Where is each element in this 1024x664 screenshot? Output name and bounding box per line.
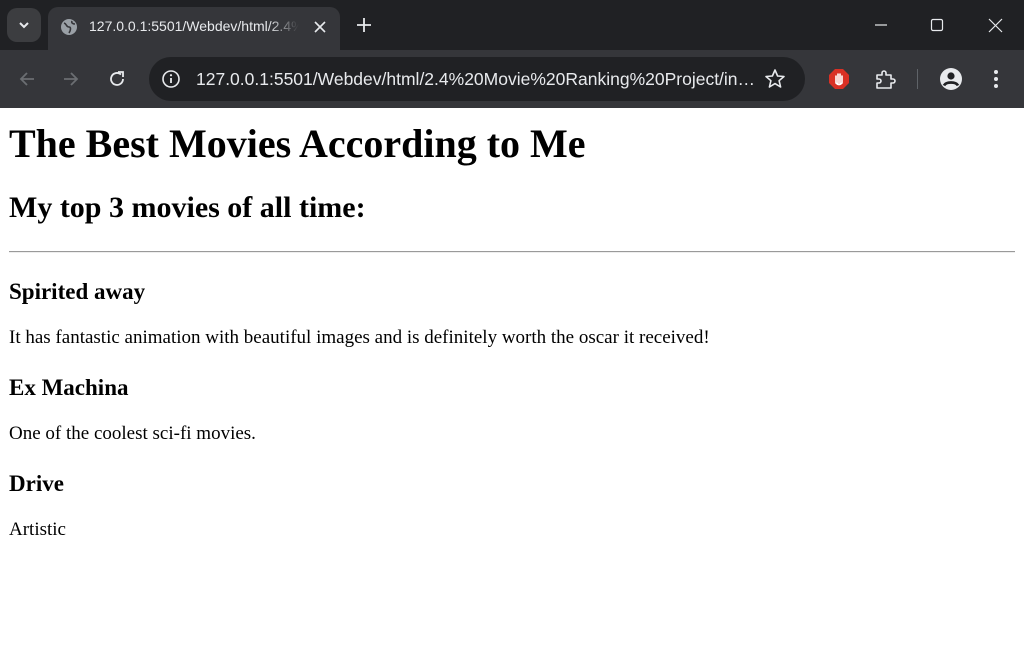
page-subtitle: My top 3 movies of all time: [9, 191, 366, 224]
info-icon[interactable] [161, 69, 181, 89]
page-title: The Best Movies According to Me [9, 121, 586, 166]
chevron-down-icon [19, 22, 29, 29]
close-window-icon[interactable] [983, 13, 1007, 37]
movie-title: Spirited away [9, 279, 146, 304]
tab-title: 127.0.0.1:5501/Webdev/html/2.4%20Movie%2… [89, 18, 299, 34]
movie-title: Drive [9, 471, 64, 496]
more-vertical-icon[interactable] [984, 67, 1008, 91]
globe-icon [61, 19, 77, 35]
maximize-icon[interactable] [925, 13, 949, 37]
movie-description: Artistic [9, 519, 66, 540]
back-arrow-icon[interactable] [15, 67, 39, 91]
toolbar: 127.0.0.1:5501/Webdev/html/2.4%20Movie%2… [0, 50, 1024, 108]
movie-description: One of the coolest sci-fi movies. [9, 423, 256, 444]
toolbar-divider [917, 69, 918, 89]
plus-icon[interactable] [352, 13, 376, 37]
reload-icon[interactable] [105, 67, 129, 91]
star-icon[interactable] [764, 68, 786, 90]
tab-strip: 127.0.0.1:5501/Webdev/html/2.4%20Movie%2… [0, 0, 1024, 50]
address-bar[interactable]: 127.0.0.1:5501/Webdev/html/2.4%20Movie%2… [149, 57, 805, 101]
stop-hand-extension-icon[interactable] [827, 67, 851, 91]
tab-search-button[interactable] [7, 8, 41, 42]
movie-description: It has fantastic animation with beautifu… [9, 327, 710, 348]
tab-active[interactable]: 127.0.0.1:5501/Webdev/html/2.4%20Movie%2… [48, 7, 340, 50]
browser-chrome: 127.0.0.1:5501/Webdev/html/2.4%20Movie%2… [0, 0, 1024, 108]
page-content: The Best Movies According to Me My top 3… [0, 121, 1024, 542]
profile-icon[interactable] [939, 67, 963, 91]
movie-title: Ex Machina [9, 375, 129, 400]
minimize-icon[interactable] [869, 13, 893, 37]
close-icon[interactable] [310, 17, 330, 37]
divider [9, 251, 1015, 253]
puzzle-extension-icon[interactable] [873, 67, 897, 91]
url-text[interactable]: 127.0.0.1:5501/Webdev/html/2.4%20Movie%2… [196, 69, 756, 90]
forward-arrow-icon[interactable] [59, 67, 83, 91]
